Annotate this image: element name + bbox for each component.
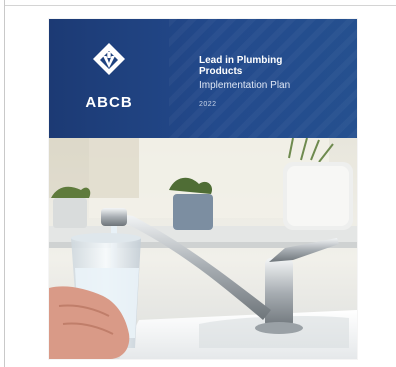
cover-title-line1: Lead in Plumbing (199, 55, 283, 66)
cover-title-line2: Products (199, 66, 243, 77)
document-cover[interactable]: ABCB Lead in Plumbing Products Implement… (49, 19, 357, 359)
abcb-logo-icon (93, 43, 125, 75)
logo-wordmark: ABCB (85, 94, 133, 111)
cover-photo (49, 138, 357, 359)
banner-pattern (169, 19, 357, 138)
page-top-border (4, 5, 396, 6)
cover-title: Lead in Plumbing Products (199, 55, 349, 77)
cover-year: 2022 (199, 101, 217, 108)
page-left-border (4, 0, 5, 367)
cover-subtitle: Implementation Plan (199, 80, 291, 91)
cover-banner: ABCB Lead in Plumbing Products Implement… (49, 19, 357, 138)
tap-photo-illustration (49, 138, 357, 359)
